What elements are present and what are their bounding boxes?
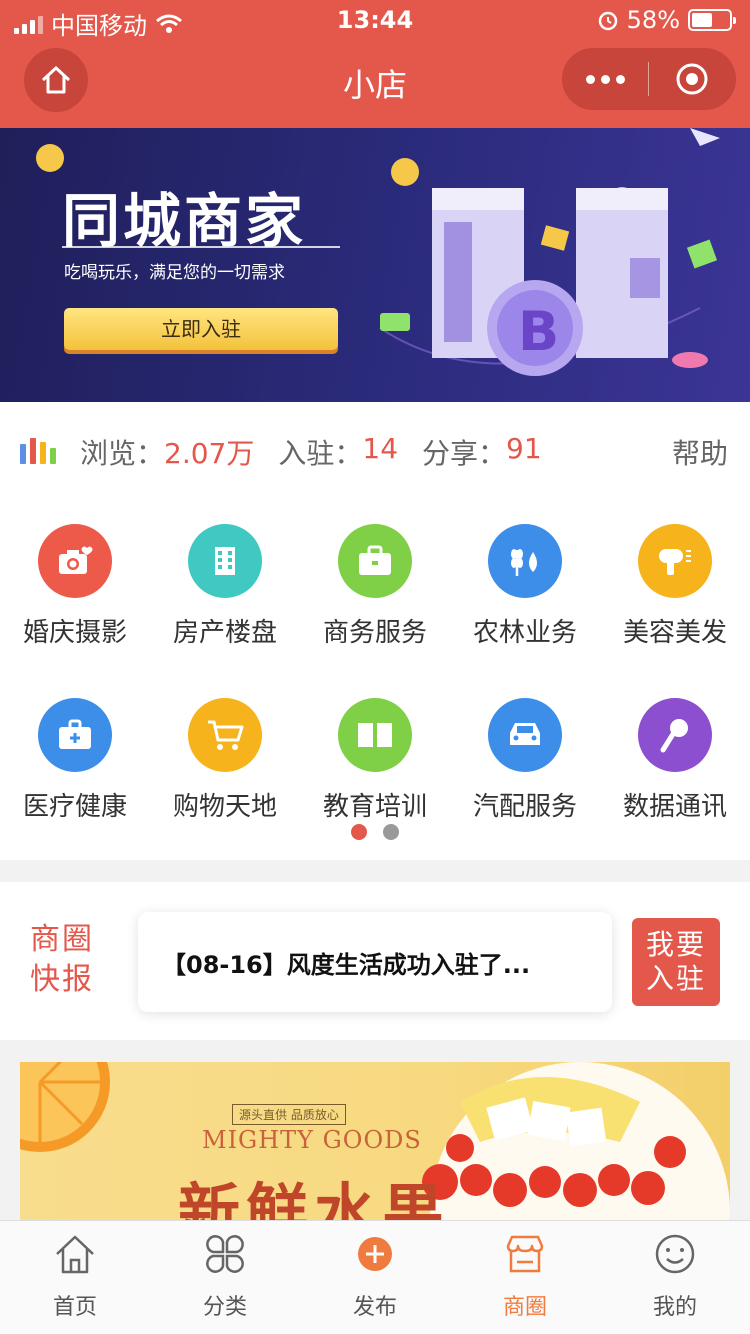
category-label: 商务服务 — [322, 618, 427, 648]
category-label: 房产楼盘 — [172, 618, 277, 648]
tab-label: 商圈 — [502, 1295, 547, 1320]
promo-tagline: 源头直供 品质放心 — [232, 1104, 346, 1125]
page-dot[interactable] — [383, 824, 399, 840]
news-tag: 商圈 快报 — [30, 920, 94, 1000]
category-education[interactable]: 教育培训 — [300, 698, 450, 823]
top-bar: 中国移动 13:44 58% 小店 — [0, 0, 750, 128]
category-icon — [202, 1231, 248, 1277]
tab-bar: 首页 分类 发布 商圈 我的 — [0, 1220, 750, 1334]
news-headline[interactable]: 【08-16】风度生活成功入驻了... — [138, 912, 612, 1012]
smile-icon — [652, 1231, 698, 1277]
banner-subtitle: 吃喝玩乐，满足您的一切需求 — [64, 263, 285, 283]
share-count: 91 — [506, 432, 542, 465]
category-label: 教育培训 — [322, 792, 427, 822]
camera-heart-icon — [38, 524, 112, 598]
more-dot-icon — [615, 74, 625, 84]
category-business[interactable]: 商务服务 — [300, 524, 450, 649]
tab-publish[interactable]: 发布 — [300, 1221, 450, 1334]
mini-program-capsule — [562, 48, 736, 110]
promo-english-title: MIGHTY GOODS — [202, 1126, 422, 1154]
browse-count: 2.07万 — [164, 437, 255, 470]
fruit-promo-banner[interactable]: 源头直供 品质放心 MIGHTY GOODS 新鲜水果 — [20, 1062, 730, 1222]
medical-kit-icon — [38, 698, 112, 772]
building-icon — [188, 524, 262, 598]
home-icon — [52, 1231, 98, 1277]
status-bar: 中国移动 13:44 58% — [0, 0, 750, 40]
alarm-icon — [598, 11, 617, 31]
category-label: 婚庆摄影 — [22, 618, 127, 648]
page-dot-active[interactable] — [351, 824, 367, 840]
more-dot-icon — [600, 74, 610, 84]
join-count: 14 — [362, 432, 399, 465]
wheat-drop-icon — [488, 524, 562, 598]
join-label: 入驻： — [278, 437, 363, 470]
category-auto-parts[interactable]: 汽配服务 — [450, 698, 600, 823]
nav-bar: 小店 — [0, 40, 750, 128]
microphone-icon — [638, 698, 712, 772]
category-telecom[interactable]: 数据通讯 — [600, 698, 750, 823]
store-icon — [502, 1231, 548, 1277]
join-button-line: 我要 — [645, 928, 706, 961]
promo-title: 新鲜水果 — [178, 1176, 451, 1222]
share-label: 分享： — [422, 437, 507, 470]
category-beauty[interactable]: 美容美发 — [600, 524, 750, 649]
target-circle-icon — [676, 63, 708, 95]
car-icon — [488, 698, 562, 772]
join-now-button[interactable]: 立即入驻 — [64, 308, 338, 350]
category-label: 购物天地 — [172, 792, 277, 822]
battery-icon — [688, 9, 736, 31]
apply-join-button[interactable]: 我要 入驻 — [632, 918, 720, 1006]
help-link[interactable]: 帮助 — [672, 432, 728, 472]
tab-label: 分类 — [202, 1295, 247, 1320]
book-icon — [338, 698, 412, 772]
news-ticker: 商圈 快报 【08-16】风度生活成功入驻了... 我要 入驻 — [0, 882, 750, 1040]
category-real-estate[interactable]: 房产楼盘 — [150, 524, 300, 649]
tab-business-circle[interactable]: 商圈 — [450, 1221, 600, 1334]
category-agriculture[interactable]: 农林业务 — [450, 524, 600, 649]
news-tag-line: 商圈 — [30, 922, 94, 957]
briefcase-icon — [338, 524, 412, 598]
cart-icon — [188, 698, 262, 772]
category-label: 医疗健康 — [22, 792, 127, 822]
tab-label: 首页 — [52, 1295, 97, 1320]
more-button[interactable] — [562, 48, 648, 110]
category-label: 数据通讯 — [622, 792, 727, 822]
close-button[interactable] — [649, 48, 735, 110]
svg-text:B: B — [518, 300, 559, 363]
category-label: 农林业务 — [472, 618, 577, 648]
bar-chart-icon — [20, 438, 56, 464]
tab-home[interactable]: 首页 — [0, 1221, 150, 1334]
hair-dryer-icon — [638, 524, 712, 598]
category-wedding-photo[interactable]: 婚庆摄影 — [0, 524, 150, 649]
category-grid: 婚庆摄影 房产楼盘 商务服务 农林业务 美容美发 医疗健康 购物天地 教育培训 … — [0, 502, 750, 860]
category-medical[interactable]: 医疗健康 — [0, 698, 150, 823]
category-label: 美容美发 — [622, 618, 727, 648]
plus-icon — [352, 1231, 398, 1277]
category-shopping[interactable]: 购物天地 — [150, 698, 300, 823]
tab-mine[interactable]: 我的 — [600, 1221, 750, 1334]
stats-row: 浏览： 2.07万 入驻： 14 分享： 91 帮助 — [0, 402, 750, 502]
battery-percent: 58% — [626, 6, 680, 34]
tab-category[interactable]: 分类 — [150, 1221, 300, 1334]
tab-label: 我的 — [652, 1295, 697, 1320]
news-tag-line: 快报 — [30, 962, 94, 997]
join-button-line: 入驻 — [645, 962, 706, 995]
merchant-banner[interactable]: B 同城商家 吃喝玩乐，满足您的一切需求 立即入驻 — [0, 128, 750, 402]
browse-label: 浏览： — [80, 437, 165, 470]
tab-label: 发布 — [352, 1295, 397, 1320]
more-dot-icon — [585, 74, 595, 84]
category-label: 汽配服务 — [472, 792, 577, 822]
page-indicator — [0, 824, 750, 840]
banner-divider — [62, 246, 340, 248]
